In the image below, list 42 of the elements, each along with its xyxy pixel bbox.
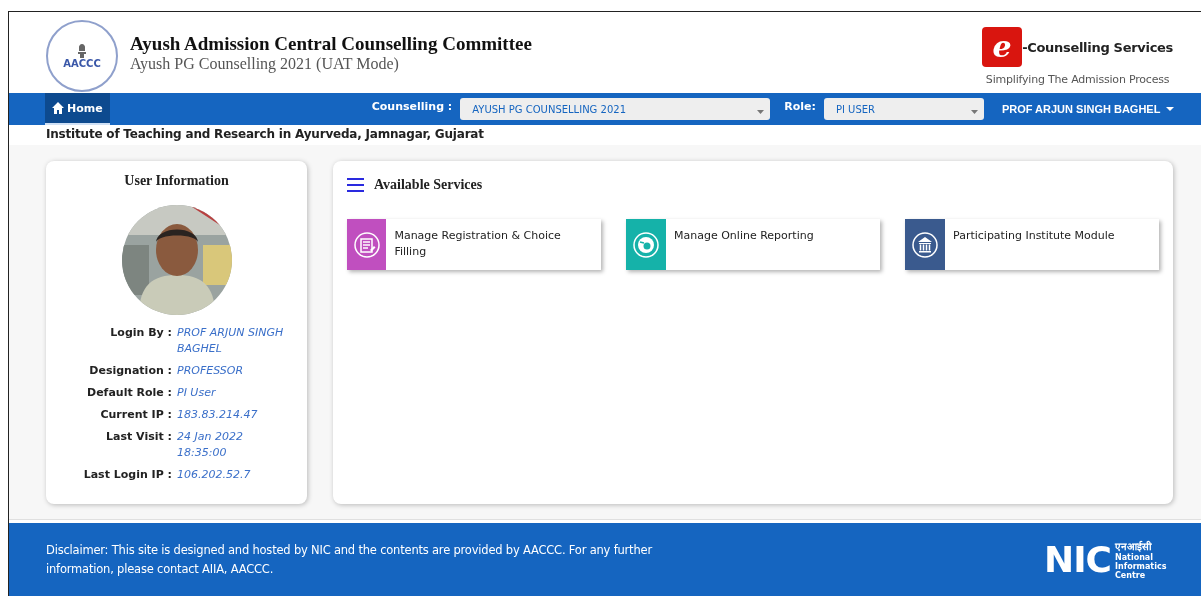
panel-title: Available Services <box>374 177 483 193</box>
field-label: Last Login IP : <box>82 467 172 483</box>
field-label: Designation : <box>88 363 172 379</box>
counselling-dropdown[interactable]: AYUSH PG COUNSELLING 2021 <box>460 98 771 120</box>
field-value: 106.202.52.7 <box>177 467 252 483</box>
field-value: 24 Jan 2022 18:35:00 <box>177 429 244 461</box>
service-tile[interactable]: Manage Registration & Choice Filling <box>347 219 601 270</box>
service-tile[interactable]: Manage Online Reporting <box>626 219 880 270</box>
nic-logo-text: NIC <box>1044 542 1111 578</box>
counselling-label: Counselling : <box>371 99 453 113</box>
home-tab[interactable]: Home <box>45 93 110 125</box>
card-title: User Information <box>124 173 229 189</box>
institute-name: Institute of Teaching and Research in Ayurveda, Jamnagar, Gujarat <box>46 127 484 141</box>
service-tile[interactable]: Participating Institute Module <box>905 219 1159 270</box>
brand-name: -Counselling Services <box>1022 39 1173 55</box>
nic-name: National Informatics Centre <box>1115 552 1168 580</box>
user-menu[interactable]: PROF ARJUN SINGH BAGHEL <box>995 102 1181 116</box>
caret-icon <box>1166 107 1175 111</box>
field-value: 183.83.214.47 <box>177 407 259 423</box>
field-label: Last Visit : <box>105 429 172 445</box>
form-icon <box>352 230 381 259</box>
field-label: Default Role : <box>86 385 172 401</box>
caret-icon <box>970 110 978 114</box>
institution-icon <box>911 230 939 259</box>
disclaimer-text: Disclaimer: This site is designed and hosted by NIC and the contents are provided by AACCC. For any further information, please contact AIIA, AACCC. <box>46 542 654 578</box>
field-label: Current IP : <box>99 407 172 423</box>
disc-icon <box>632 230 660 259</box>
field-value: PROF ARJUN SINGH BAGHEL <box>177 325 285 357</box>
site-subtitle: Ayush PG Counselling 2021 (UAT Mode) <box>130 54 400 73</box>
field-label: Login By : <box>109 325 172 341</box>
emblem-text: AACCC <box>63 58 101 69</box>
home-icon <box>52 102 64 114</box>
field-value: PI User <box>177 385 217 401</box>
menu-icon[interactable] <box>347 178 364 192</box>
site-title: Ayush Admission Central Counselling Committee <box>130 32 532 55</box>
role-dropdown[interactable]: PI USER <box>823 98 984 120</box>
field-value: PROFESSOR <box>177 363 245 379</box>
brand-logo: e <box>982 27 1023 67</box>
nic-hindi-name: एनआईसी <box>1115 540 1153 553</box>
brand-tagline: Simplifying The Admission Process <box>985 73 1170 86</box>
caret-icon <box>757 110 765 114</box>
role-label: Role: <box>784 99 816 113</box>
